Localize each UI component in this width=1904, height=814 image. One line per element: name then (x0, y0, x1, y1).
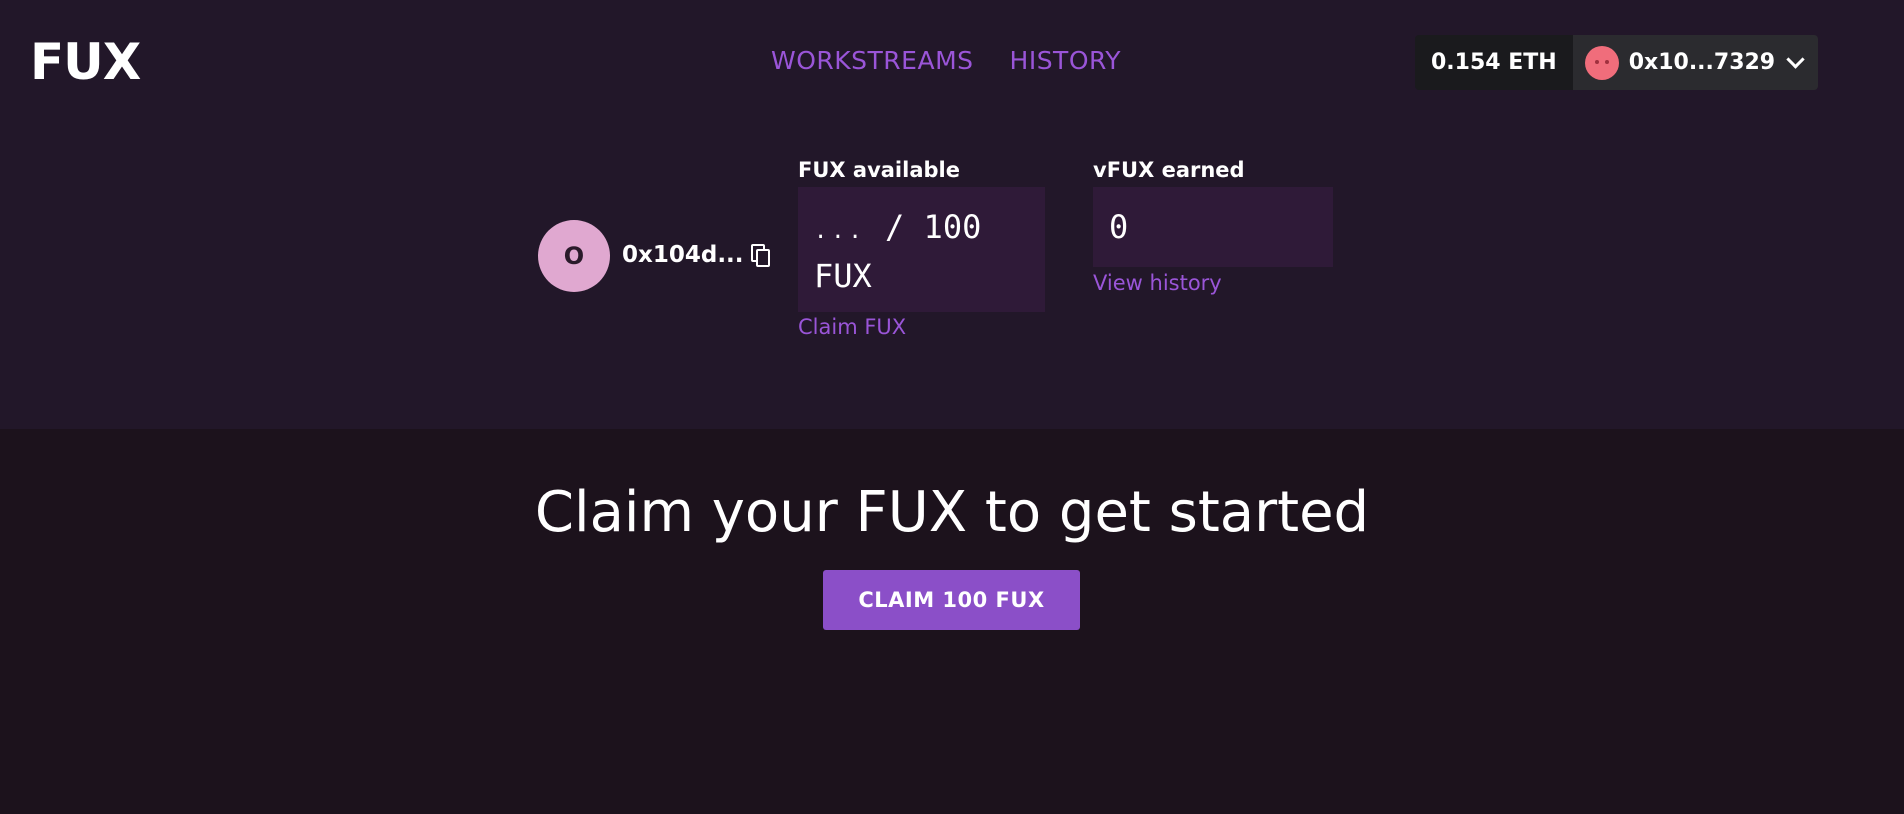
eth-balance[interactable]: 0.154 ETH (1415, 35, 1573, 90)
view-history-link[interactable]: View history (1093, 271, 1222, 295)
main-nav: WORKSTREAMS HISTORY (771, 46, 1121, 75)
chevron-down-icon (1786, 50, 1805, 69)
fux-available-value: ... / 100 FUX (798, 187, 1045, 312)
profile-address: 0x104d... (622, 242, 744, 268)
account-button[interactable]: 0x10...7329 (1572, 35, 1819, 90)
fux-available-unit: FUX (814, 257, 872, 295)
wallet-avatar-icon (1584, 45, 1619, 80)
nav-workstreams[interactable]: WORKSTREAMS (771, 46, 974, 75)
fux-available-label: FUX available (798, 158, 960, 182)
wallet-widget: 0.154 ETH 0x10...7329 (1415, 35, 1819, 90)
fux-available-loading: ... (814, 219, 866, 244)
account-address: 0x10...7329 (1628, 50, 1776, 75)
claim-fux-button[interactable]: CLAIM 100 FUX (823, 570, 1080, 630)
vfux-earned-value: 0 (1093, 187, 1333, 267)
nav-history[interactable]: HISTORY (1010, 46, 1122, 75)
copy-icon[interactable] (751, 244, 771, 268)
page-headline: Claim your FUX to get started (534, 480, 1370, 545)
fux-logo[interactable]: FUX (30, 32, 141, 92)
claim-fux-link[interactable]: Claim FUX (798, 315, 906, 339)
profile-avatar: O (538, 220, 610, 292)
fux-available-total: / 100 (885, 208, 982, 246)
vfux-earned-label: vFUX earned (1093, 158, 1245, 182)
